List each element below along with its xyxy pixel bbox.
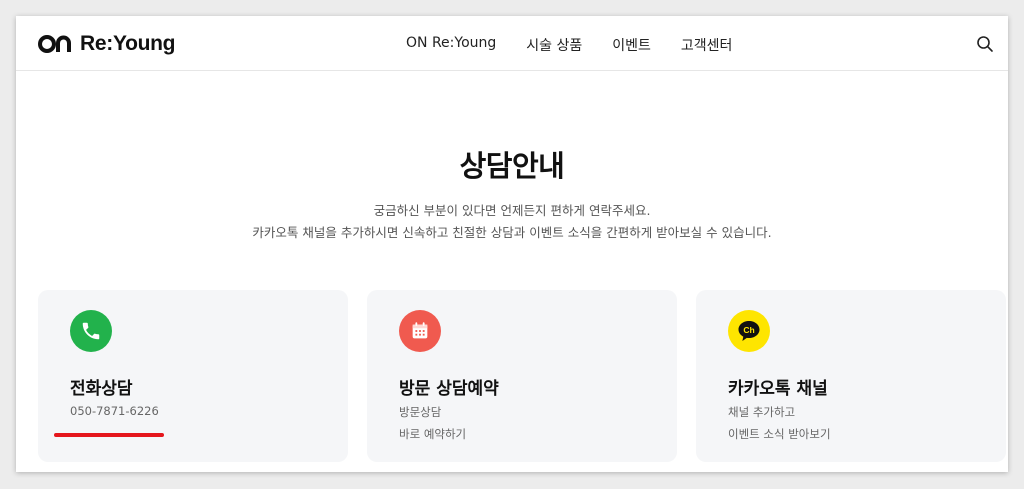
card-title: 카카오톡 채널	[728, 379, 828, 399]
on-logo-icon	[38, 34, 72, 54]
card-line-1: 방문상담	[399, 405, 442, 419]
description-line-2: 카카오톡 채널을 추가하시면 신속하고 친절한 상담과 이벤트 소식을 간편하게…	[252, 225, 772, 240]
page-title: 상담안내	[459, 149, 565, 183]
visit-reservation-card[interactable]: 방문 상담예약 방문상담 바로 예약하기	[367, 290, 677, 462]
calendar-icon	[399, 310, 441, 352]
svg-text:Ch: Ch	[743, 325, 754, 335]
description-line-1: 궁금하신 부분이 있다면 언제든지 편하게 연락주세요.	[373, 203, 651, 218]
site-logo[interactable]: Re:Young	[38, 32, 176, 56]
site-header: Re:Young ON Re:Young 시술 상품 이벤트 고객센터	[16, 16, 1008, 71]
kakao-channel-icon: Ch	[728, 310, 770, 352]
reserve-now-link[interactable]: 바로 예약하기	[399, 426, 466, 442]
nav-item-on-reyoung[interactable]: ON Re:Young	[406, 35, 496, 55]
phone-number: 050-7871-6226	[70, 404, 159, 418]
browser-page: Re:Young ON Re:Young 시술 상품 이벤트 고객센터 상담안내…	[16, 16, 1008, 472]
page-description: 궁금하신 부분이 있다면 언제든지 편하게 연락주세요. 카카오톡 채널을 추가…	[16, 200, 1008, 244]
card-title: 전화상담	[70, 379, 133, 399]
main-nav: ON Re:Young 시술 상품 이벤트 고객센터	[406, 35, 732, 55]
phone-icon	[70, 310, 112, 352]
card-line-1: 채널 추가하고	[728, 405, 796, 419]
logo-text: Re:Young	[80, 32, 176, 55]
search-icon[interactable]	[976, 35, 994, 53]
nav-item-events[interactable]: 이벤트	[612, 35, 651, 55]
card-line-2: 이벤트 소식 받아보기	[728, 427, 831, 441]
nav-item-products[interactable]: 시술 상품	[526, 35, 582, 55]
highlight-underline	[54, 433, 164, 437]
nav-item-support[interactable]: 고객센터	[681, 35, 733, 55]
kakao-channel-card[interactable]: Ch 카카오톡 채널 채널 추가하고 이벤트 소식 받아보기	[696, 290, 1006, 462]
card-title: 방문 상담예약	[399, 379, 499, 399]
